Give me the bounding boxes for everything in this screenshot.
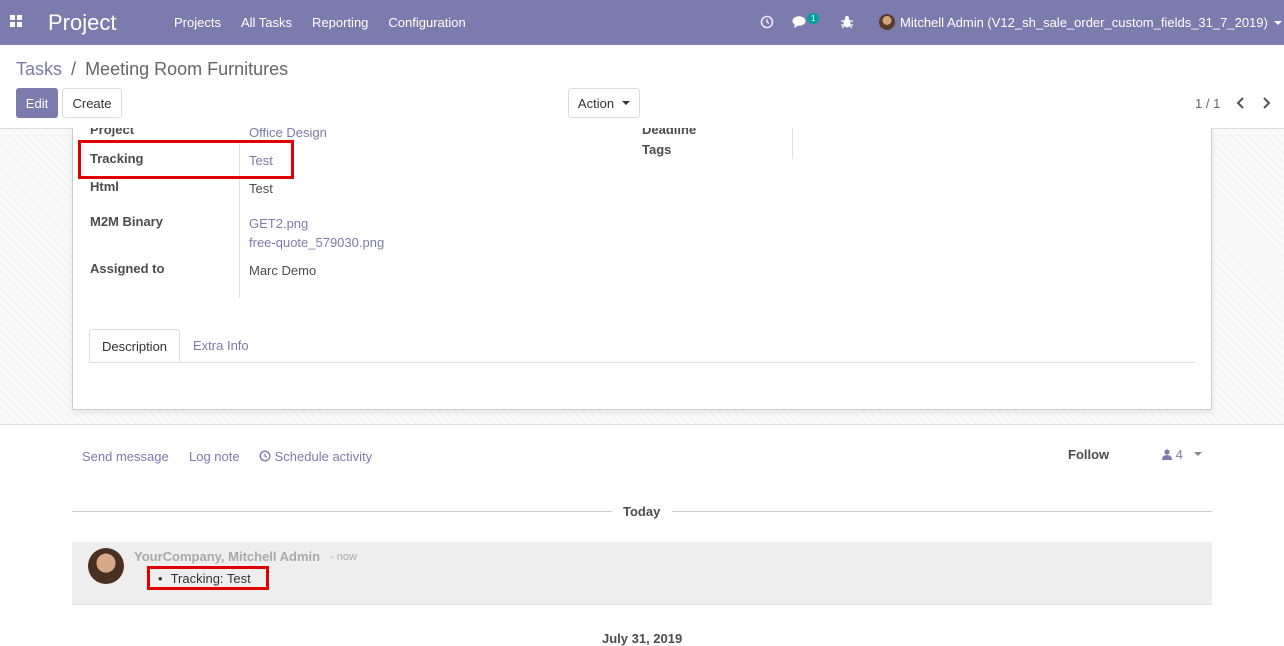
create-button[interactable]: Create <box>62 88 122 118</box>
right-group-divider <box>792 128 793 159</box>
activity-clock-icon[interactable] <box>760 15 774 29</box>
tags-label: Tags <box>642 142 672 157</box>
message-author[interactable]: YourCompany, Mitchell Admin <box>134 549 320 564</box>
main-menu: Projects All Tasks Reporting Configurati… <box>174 15 486 30</box>
project-value[interactable]: Office Design <box>249 128 327 140</box>
tab-extra-info[interactable]: Extra Info <box>181 329 261 362</box>
html-label: Html <box>90 179 119 194</box>
schedule-activity-button[interactable]: Schedule activity <box>259 449 372 464</box>
menu-item-configuration[interactable]: Configuration <box>388 15 465 30</box>
m2m-binary-label: M2M Binary <box>90 214 163 229</box>
day-separator-line <box>72 511 612 512</box>
followers-count: 4 <box>1175 447 1183 462</box>
schedule-activity-label: Schedule activity <box>274 449 373 464</box>
message-time: - now <box>330 551 357 563</box>
bug-icon[interactable] <box>841 15 853 29</box>
menu-item-all-tasks[interactable]: All Tasks <box>241 15 292 30</box>
log-note-button[interactable]: Log note <box>189 449 240 464</box>
followers-button[interactable]: 4 <box>1162 447 1183 462</box>
menu-item-projects[interactable]: Projects <box>174 15 221 30</box>
action-caret-icon <box>622 101 631 105</box>
m2m-file-link[interactable]: GET2.png <box>249 216 308 231</box>
edit-button[interactable]: Edit <box>16 88 58 118</box>
deadline-label: Deadline <box>642 128 697 137</box>
day-separator-label: July 31, 2019 <box>602 631 683 646</box>
chevron-left-icon[interactable] <box>1235 97 1245 109</box>
project-label: Project <box>90 128 135 137</box>
day-separator-line <box>672 511 1212 512</box>
send-message-button[interactable]: Send message <box>82 449 169 464</box>
follow-button[interactable]: Follow <box>1068 447 1109 462</box>
top-navbar: Project Projects All Tasks Reporting Con… <box>0 0 1284 45</box>
chat-badge: 1 <box>807 13 820 24</box>
apps-grid-icon[interactable] <box>10 15 23 28</box>
html-value[interactable]: Test <box>249 181 273 196</box>
menu-item-reporting[interactable]: Reporting <box>312 15 368 30</box>
clock-icon <box>259 450 271 462</box>
user-menu-caret-icon[interactable] <box>1274 21 1282 25</box>
day-separator-label: Today <box>623 504 661 519</box>
notebook-tabs: Description Extra Info <box>89 329 1195 363</box>
app-title: Project <box>48 10 117 35</box>
m2m-file-link[interactable]: free-quote_579030.png <box>249 235 384 250</box>
action-dropdown[interactable]: Action <box>568 88 640 118</box>
chevron-right-icon[interactable] <box>1262 97 1272 109</box>
breadcrumb: Tasks / Meeting Room Furnitures <box>16 59 288 80</box>
message-author-avatar[interactable] <box>88 548 124 584</box>
tab-description[interactable]: Description <box>89 329 181 362</box>
followers-caret-icon[interactable] <box>1194 452 1202 456</box>
user-avatar[interactable] <box>879 14 895 30</box>
assigned-to-value[interactable]: Marc Demo <box>249 263 316 278</box>
tracking-highlight-box <box>78 140 294 179</box>
message-highlight-box <box>147 566 269 590</box>
user-icon <box>1162 449 1172 460</box>
breadcrumb-separator: / <box>71 59 77 79</box>
assigned-to-label: Assigned to <box>90 261 165 276</box>
user-menu-name[interactable]: Mitchell Admin (V12_sh_sale_order_custom… <box>900 15 1268 30</box>
pager-value[interactable]: 1 / 1 <box>1195 96 1220 111</box>
breadcrumb-tasks[interactable]: Tasks <box>16 59 62 79</box>
action-label: Action <box>577 95 615 111</box>
breadcrumb-current: Meeting Room Furnitures <box>85 59 289 79</box>
